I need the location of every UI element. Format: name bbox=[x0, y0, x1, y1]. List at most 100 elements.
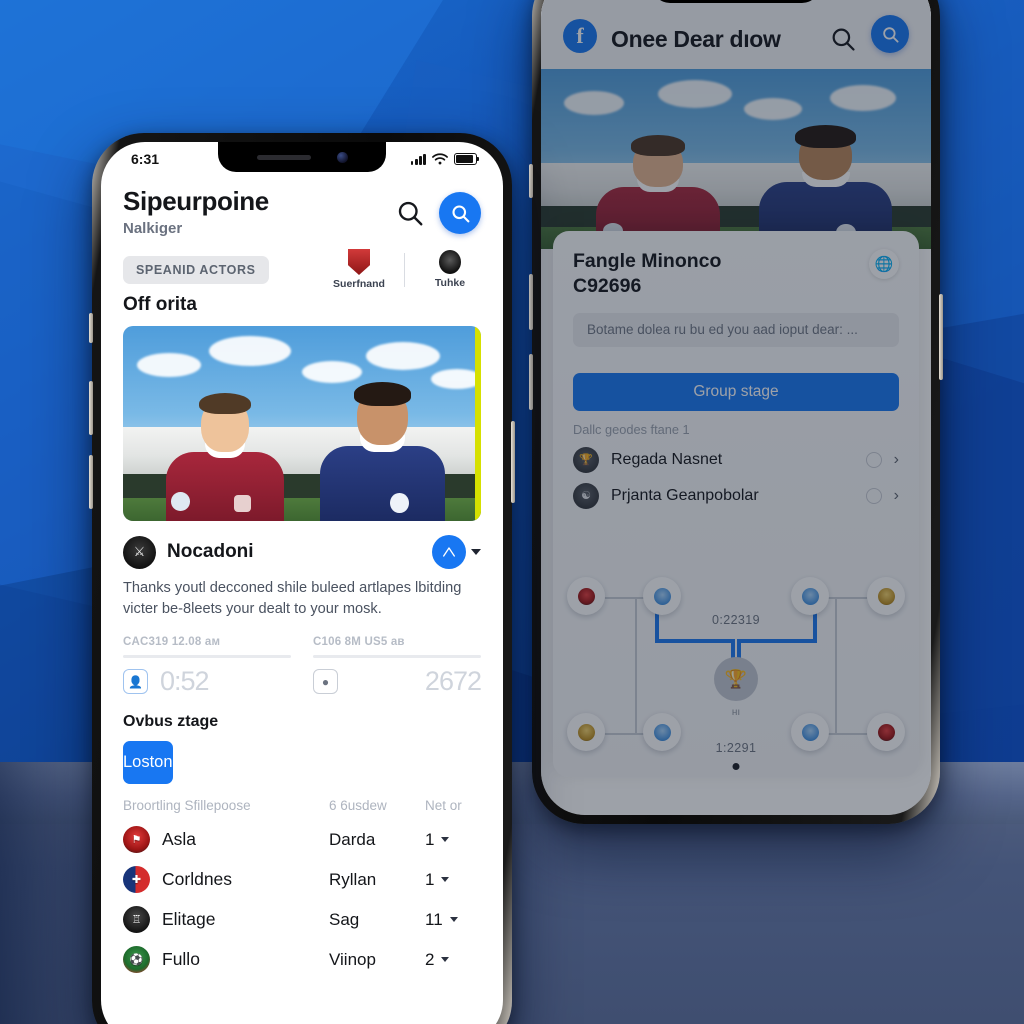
table-row[interactable]: ⚑ Asla Darda 1 bbox=[101, 813, 503, 854]
table-cell-count[interactable]: 2 bbox=[425, 950, 481, 970]
table-row[interactable]: ✚ Corldnes Ryllan 1 bbox=[101, 853, 503, 894]
team-crest-icon bbox=[801, 587, 819, 605]
left-app-header: Sipeurpoine Nalkiger bbox=[101, 176, 503, 237]
volume-down-button[interactable] bbox=[529, 354, 533, 410]
team-crest-icon bbox=[653, 587, 671, 605]
post-actions bbox=[432, 535, 481, 569]
send-icon[interactable] bbox=[432, 535, 466, 569]
list-item[interactable]: ☯ Prjanta Geanpobolar › bbox=[553, 473, 919, 509]
sheet-title-line1: Fangle Minonco bbox=[573, 250, 722, 272]
list-item[interactable]: 🏆 Regada Nasnet › bbox=[553, 437, 919, 473]
table-row[interactable]: ♖ Elitage Sag 11 bbox=[101, 893, 503, 934]
bracket-center-label: нı bbox=[731, 707, 741, 718]
chevron-down-icon[interactable] bbox=[471, 549, 481, 555]
chevron-down-icon[interactable] bbox=[441, 957, 450, 963]
crest-glyph: ⚽ bbox=[129, 954, 144, 967]
hero-photo[interactable] bbox=[123, 326, 481, 521]
table-row[interactable]: ⚽ Fullo Viinop 2 bbox=[101, 933, 503, 974]
bracket-center-trophy[interactable]: 🏆 bbox=[714, 657, 758, 701]
bracket-team-node[interactable] bbox=[791, 713, 829, 751]
table-cell-name: Elitage bbox=[162, 909, 216, 930]
post-header: ⚔ Nocadoni bbox=[123, 535, 481, 569]
table-cell-count[interactable]: 1 bbox=[425, 830, 481, 850]
count-value: 1 bbox=[425, 829, 435, 849]
stat-label: C106 8M US5 aв bbox=[313, 636, 405, 649]
mute-switch[interactable] bbox=[89, 313, 93, 343]
table-cell-count[interactable]: 1 bbox=[425, 870, 481, 890]
facebook-icon[interactable]: f bbox=[563, 19, 597, 53]
chevron-down-icon[interactable] bbox=[449, 917, 458, 923]
page-indicator-dot[interactable] bbox=[732, 763, 740, 770]
stat-label: CAC319 12.08 aм bbox=[123, 636, 221, 649]
tournament-bracket: 🏆 0:22319 нı 1:2291 bbox=[567, 573, 905, 770]
team-crest-icon: ⚽ bbox=[123, 946, 150, 974]
count-value: 11 bbox=[425, 909, 443, 929]
team-crest-icon bbox=[877, 587, 895, 605]
stat-progress-bar bbox=[313, 655, 481, 659]
stat-item: C106 8M US5 aв ● 2672 bbox=[313, 636, 482, 697]
search-button[interactable] bbox=[439, 192, 481, 234]
globe-icon: 🌐 bbox=[869, 249, 899, 279]
bracket-team-node[interactable] bbox=[867, 577, 905, 615]
player-left bbox=[595, 119, 721, 249]
stat-value-row: ● 2672 bbox=[313, 666, 482, 697]
volume-down-button[interactable] bbox=[89, 455, 93, 509]
page-title: Sipeurpoine bbox=[123, 186, 269, 216]
trophy-icon: 🏆 bbox=[573, 446, 599, 473]
category-chip[interactable]: Speanid Actors bbox=[123, 255, 269, 284]
phone-device-right: f Onee Dear dıow Fangle Minonco C92696 🌐… bbox=[529, 0, 943, 824]
chip-row: Speanid Actors Suerfnand Tuhke bbox=[101, 237, 503, 290]
power-button[interactable] bbox=[939, 294, 943, 380]
sheet-title-line2: C92696 bbox=[573, 274, 642, 297]
table-cell-name: Asla bbox=[162, 829, 197, 850]
bracket-team-node[interactable] bbox=[791, 577, 829, 615]
chevron-down-icon[interactable] bbox=[441, 877, 450, 883]
sheet-title: Fangle Minonco C92696 bbox=[573, 249, 869, 299]
bracket-line bbox=[835, 597, 837, 735]
mute-switch[interactable] bbox=[529, 164, 533, 198]
bracket-team-node[interactable] bbox=[567, 577, 605, 615]
right-hero-photo bbox=[541, 69, 931, 249]
search-icon[interactable] bbox=[829, 25, 857, 53]
team-crest-icon: ⚔ bbox=[123, 535, 156, 569]
bracket-team-node[interactable] bbox=[643, 713, 681, 751]
right-app-header: f Onee Dear dıow bbox=[541, 0, 931, 69]
crest-red-shield-icon bbox=[348, 249, 370, 275]
radio-button[interactable] bbox=[865, 451, 882, 468]
power-button[interactable] bbox=[511, 421, 515, 503]
photo-canvas bbox=[541, 69, 931, 249]
bracket-line bbox=[635, 597, 637, 735]
primary-cta-button[interactable]: Loston bbox=[123, 741, 173, 785]
group-stage-button[interactable]: Group stage bbox=[573, 372, 899, 411]
chevron-right-icon: › bbox=[893, 450, 899, 468]
sheet-search-input[interactable] bbox=[573, 312, 899, 347]
sheet-header: Fangle Minonco C92696 🌐 bbox=[553, 231, 919, 299]
volume-up-button[interactable] bbox=[89, 381, 93, 435]
search-button[interactable] bbox=[871, 15, 909, 53]
bracket-team-node[interactable] bbox=[867, 713, 905, 751]
bracket-team-node[interactable] bbox=[643, 577, 681, 615]
phone-screen-right: f Onee Dear dıow Fangle Minonco C92696 🌐… bbox=[541, 0, 931, 815]
table-cell-name: Fullo bbox=[162, 949, 200, 970]
team-mini[interactable]: Tuhke bbox=[419, 250, 481, 289]
chevron-down-icon[interactable] bbox=[441, 837, 450, 843]
crest-black-emblem-icon bbox=[439, 250, 461, 274]
team-crest-icon bbox=[577, 723, 595, 741]
key-icon: ● bbox=[313, 669, 338, 695]
volume-up-button[interactable] bbox=[529, 274, 533, 330]
table-cell: Sag bbox=[329, 909, 360, 929]
bracket-team-node[interactable] bbox=[567, 713, 605, 751]
radio-button[interactable] bbox=[865, 487, 882, 504]
bracket-bottom-score: 1:2291 bbox=[715, 741, 757, 755]
search-icon[interactable] bbox=[395, 198, 425, 228]
battery-icon bbox=[454, 153, 480, 165]
player-right bbox=[759, 109, 892, 249]
earpiece-speaker bbox=[256, 154, 311, 160]
post-author: Nocadoni bbox=[167, 541, 254, 562]
cloud bbox=[208, 335, 291, 366]
team-mini[interactable]: Suerfnand bbox=[328, 249, 390, 290]
table-cell-count[interactable]: 11 bbox=[425, 910, 481, 930]
table-column-header: Net or bbox=[425, 798, 462, 814]
post-card: ⚔ Nocadoni Thanks youtl decconed shile b… bbox=[101, 521, 503, 697]
team-crest-icon: ✚ bbox=[123, 866, 150, 894]
